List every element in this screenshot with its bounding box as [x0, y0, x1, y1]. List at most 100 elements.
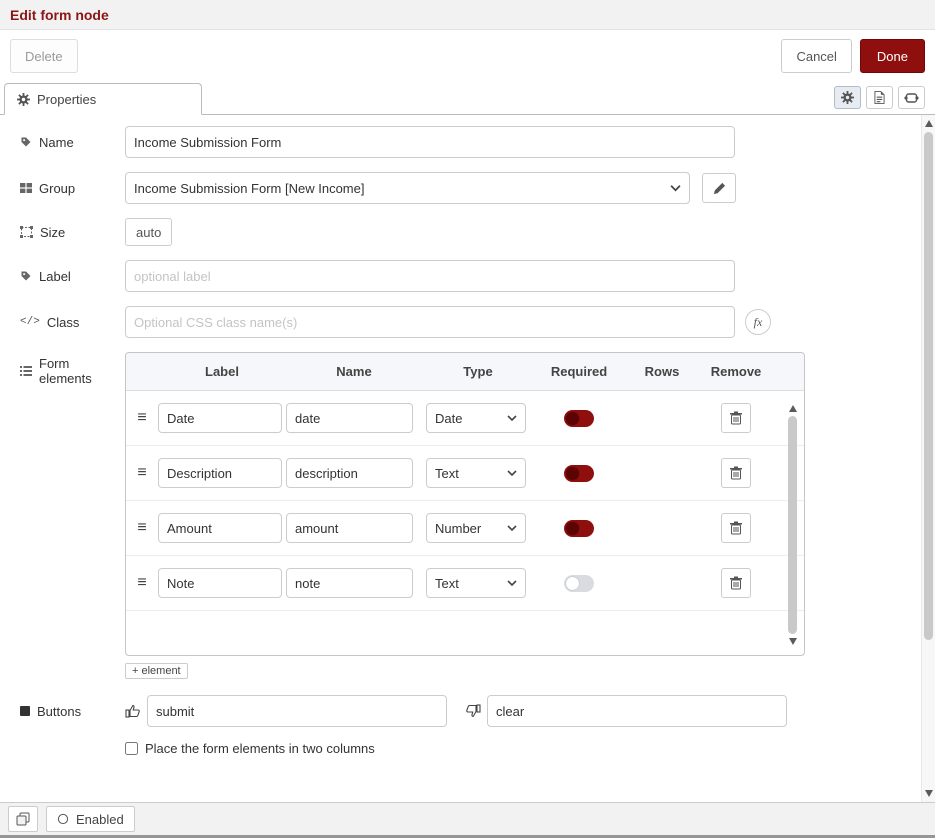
gear-icon: [841, 91, 854, 104]
done-button[interactable]: Done: [860, 39, 925, 73]
size-label-text: Size: [40, 225, 65, 240]
size-button[interactable]: auto: [125, 218, 172, 246]
edit-description-button[interactable]: [866, 86, 893, 109]
name-input[interactable]: [125, 126, 735, 158]
table-body: ≡ Date ≡: [126, 391, 804, 655]
table-scrollbar[interactable]: [786, 405, 799, 645]
column-header-name: Name: [286, 364, 422, 379]
fx-button[interactable]: fx: [745, 309, 771, 335]
tag-icon: [20, 136, 32, 148]
edit-form-node-dialog: Edit form node Delete Cancel Done Proper…: [0, 0, 935, 838]
label-label-text: Label: [39, 269, 71, 284]
remove-element-button[interactable]: [721, 403, 751, 433]
class-row: </> Class fx: [20, 306, 901, 338]
toggle-knob: [566, 412, 579, 425]
remove-element-button[interactable]: [721, 513, 751, 543]
chevron-down-icon: [507, 580, 517, 586]
form-element-row: ≡ Date: [126, 391, 804, 446]
main-scrollbar[interactable]: [921, 115, 935, 802]
drag-handle[interactable]: ≡: [126, 519, 158, 537]
scroll-thumb[interactable]: [788, 416, 797, 634]
label-input[interactable]: [125, 260, 735, 292]
name-label: Name: [20, 135, 125, 150]
required-toggle[interactable]: [564, 465, 594, 482]
element-type-select[interactable]: Date: [426, 403, 526, 433]
drag-handle[interactable]: ≡: [126, 464, 158, 482]
column-header-rows: Rows: [624, 364, 700, 379]
element-type-value: Number: [435, 521, 481, 536]
clear-label-input[interactable]: [487, 695, 787, 727]
element-type-select[interactable]: Number: [426, 513, 526, 543]
column-header-remove: Remove: [700, 364, 772, 379]
thumbs-down-icon: [465, 703, 481, 719]
drag-handle[interactable]: ≡: [126, 574, 158, 592]
two-columns-checkbox[interactable]: [125, 742, 138, 755]
tab-bar: Properties: [0, 82, 935, 115]
code-icon: </>: [20, 316, 40, 328]
element-label-input[interactable]: [158, 458, 282, 488]
required-toggle[interactable]: [564, 520, 594, 537]
form-element-row: ≡ Text: [126, 556, 804, 611]
class-input[interactable]: [125, 306, 735, 338]
column-header-type: Type: [422, 364, 534, 379]
submit-label-input[interactable]: [147, 695, 447, 727]
enabled-label: Enabled: [76, 812, 124, 827]
trash-icon: [730, 521, 742, 535]
edit-group-button[interactable]: [702, 173, 736, 203]
size-label: Size: [20, 225, 125, 240]
group-select-value: Income Submission Form [New Income]: [134, 181, 364, 196]
action-button-bar: Delete Cancel Done: [0, 30, 935, 82]
chevron-down-icon: [507, 415, 517, 421]
required-toggle[interactable]: [564, 410, 594, 427]
chevron-down-icon: [670, 185, 681, 192]
required-toggle[interactable]: [564, 575, 594, 592]
square-icon: [20, 706, 30, 716]
drag-handle[interactable]: ≡: [126, 409, 158, 427]
two-columns-row: Place the form elements in two columns: [125, 741, 901, 756]
scroll-up-icon[interactable]: [925, 120, 933, 127]
properties-panel: Name Group Income Submission Form [New I…: [0, 115, 935, 802]
trash-icon: [730, 466, 742, 480]
group-label: Group: [20, 181, 125, 196]
add-element-button[interactable]: + element: [125, 663, 188, 679]
form-elements-table: Label Name Type Required Rows Remove ≡ D…: [125, 352, 805, 656]
group-select[interactable]: Income Submission Form [New Income]: [125, 172, 690, 204]
remove-element-button[interactable]: [721, 458, 751, 488]
enabled-toggle-button[interactable]: Enabled: [46, 806, 135, 832]
element-type-value: Date: [435, 411, 462, 426]
element-type-select[interactable]: Text: [426, 568, 526, 598]
object-size-icon: [20, 226, 33, 238]
element-label-input[interactable]: [158, 568, 282, 598]
scroll-down-icon[interactable]: [925, 790, 933, 797]
circle-icon: [57, 813, 69, 825]
scroll-thumb[interactable]: [924, 132, 933, 640]
scroll-down-icon[interactable]: [789, 638, 797, 645]
element-label-input[interactable]: [158, 513, 282, 543]
toggle-knob: [566, 522, 579, 535]
tab-properties[interactable]: Properties: [4, 83, 202, 115]
trash-icon: [730, 411, 742, 425]
edit-appearance-button[interactable]: [898, 86, 925, 109]
delete-button[interactable]: Delete: [10, 39, 78, 73]
layers-button[interactable]: [8, 806, 38, 832]
grid-icon: [20, 182, 32, 194]
class-label: </> Class: [20, 315, 125, 330]
buttons-label: Buttons: [20, 704, 125, 719]
form-elements-label-text: Form elements: [39, 356, 125, 386]
footer-bar: Enabled: [0, 802, 935, 838]
cancel-button[interactable]: Cancel: [781, 39, 851, 73]
scroll-up-icon[interactable]: [789, 405, 797, 412]
element-label-input[interactable]: [158, 403, 282, 433]
toggle-knob: [566, 577, 579, 590]
element-name-input[interactable]: [286, 403, 413, 433]
element-name-input[interactable]: [286, 458, 413, 488]
element-type-value: Text: [435, 576, 459, 591]
toggle-knob: [566, 467, 579, 480]
element-name-input[interactable]: [286, 568, 413, 598]
element-type-value: Text: [435, 466, 459, 481]
remove-element-button[interactable]: [721, 568, 751, 598]
element-type-select[interactable]: Text: [426, 458, 526, 488]
form-element-row: ≡ Number: [126, 501, 804, 556]
element-name-input[interactable]: [286, 513, 413, 543]
edit-properties-button[interactable]: [834, 86, 861, 109]
